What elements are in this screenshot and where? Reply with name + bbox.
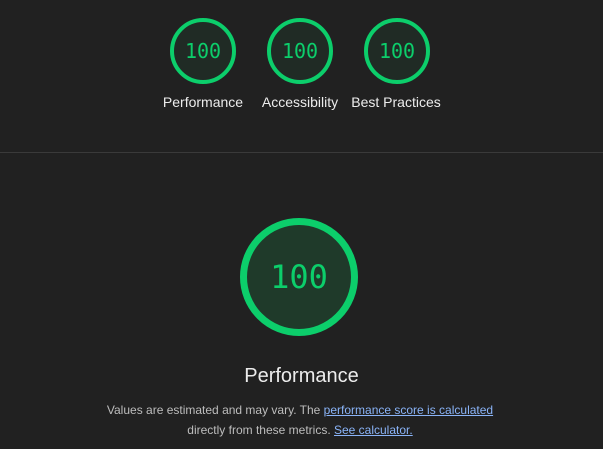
- description-text-2: directly from these metrics.: [187, 423, 334, 437]
- description-text-1: Values are estimated and may vary. The: [106, 403, 324, 417]
- performance-score: 100: [184, 39, 222, 63]
- performance-title: Performance: [244, 365, 359, 387]
- performance-gauge[interactable]: 100: [170, 18, 236, 84]
- best-practices-score: 100: [378, 39, 416, 63]
- see-calculator-link[interactable]: See calculator.: [334, 423, 413, 437]
- accessibility-gauge[interactable]: 100: [267, 18, 333, 84]
- category-gauges: 100 Performance 100 Accessibility 100 Be…: [0, 0, 603, 152]
- performance-gauge-label[interactable]: Performance: [148, 92, 258, 112]
- best-practices-gauge[interactable]: 100: [364, 18, 430, 84]
- best-practices-gauge-label[interactable]: Best Practices: [350, 92, 442, 112]
- section-divider: [0, 152, 603, 153]
- performance-main-gauge: 100: [240, 218, 358, 336]
- performance-description: Values are estimated and may vary. The p…: [90, 400, 510, 440]
- lighthouse-report: 100 Performance 100 Accessibility 100 Be…: [0, 0, 603, 449]
- performance-main-score: 100: [270, 258, 328, 296]
- accessibility-gauge-label[interactable]: Accessibility: [245, 92, 355, 112]
- accessibility-score: 100: [281, 39, 319, 63]
- performance-score-calculated-link[interactable]: performance score is calculated: [324, 403, 493, 417]
